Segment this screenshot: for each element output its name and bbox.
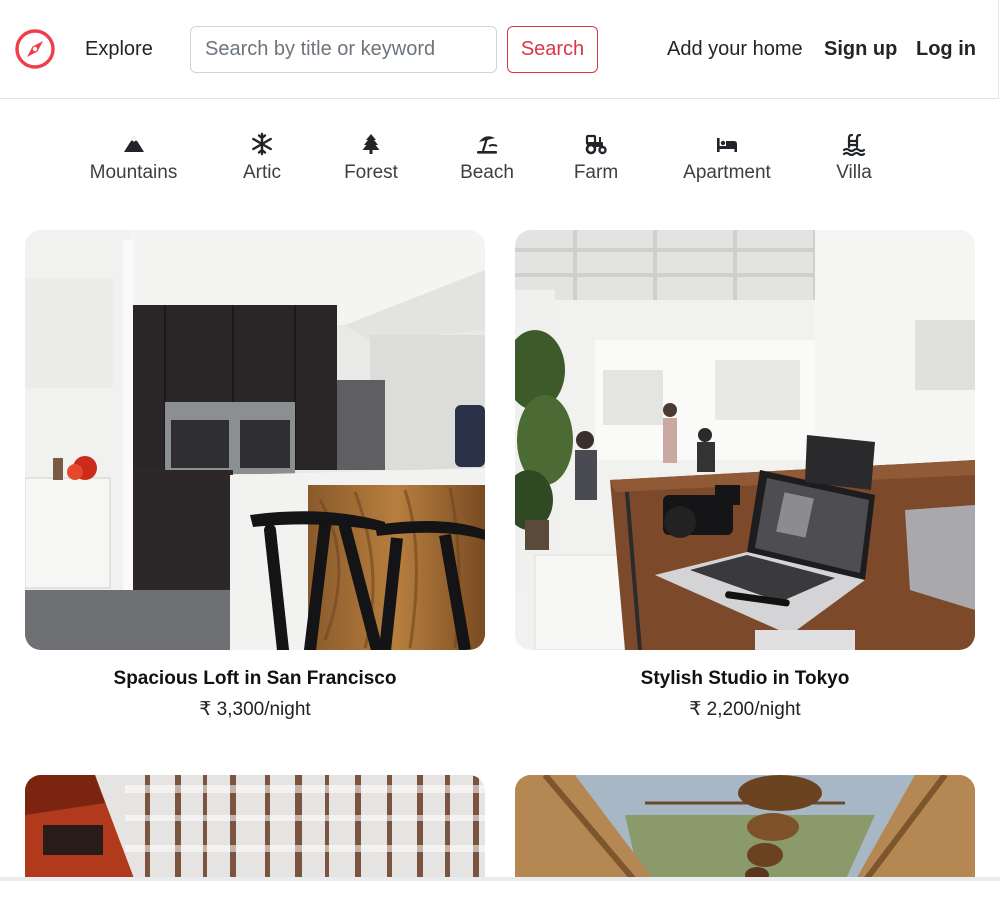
compass-logo-icon[interactable] [14, 28, 56, 70]
search-input[interactable] [190, 26, 497, 73]
filter-apartment[interactable]: Apartment [678, 132, 776, 184]
filter-label: Villa [836, 162, 872, 183]
filter-forest[interactable]: Forest [341, 132, 401, 184]
sign-up-link[interactable]: Sign up [824, 38, 897, 61]
nav-explore-link[interactable]: Explore [85, 38, 153, 61]
mountain-icon [123, 136, 144, 152]
filter-label: Apartment [683, 162, 771, 183]
tractor-icon [585, 134, 607, 155]
search-button[interactable]: Search [507, 26, 598, 73]
navbar: Explore Search Add your home Sign up Log… [0, 0, 999, 99]
add-your-home-link[interactable]: Add your home [667, 38, 803, 61]
filter-label: Farm [573, 162, 619, 183]
filter-artic[interactable]: Artic [232, 132, 292, 184]
listing-photo[interactable] [25, 230, 485, 650]
filter-mountains[interactable]: Mountains [87, 132, 180, 184]
listing-card[interactable]: Spacious Loft in San Francisco ₹ 3,300/n… [25, 230, 485, 721]
listing-price: ₹ 3,300/night [199, 699, 311, 720]
horizontal-scrollbar[interactable] [0, 877, 1000, 881]
listing-photo[interactable] [25, 775, 485, 881]
bed-icon [717, 138, 737, 152]
listing-price: ₹ 2,200/night [689, 699, 801, 720]
pool-icon [842, 133, 866, 156]
filter-label: Mountains [89, 162, 178, 183]
filter-farm[interactable]: Farm [570, 132, 622, 184]
listing-card[interactable]: Stylish Studio in Tokyo ₹ 2,200/night [515, 230, 975, 721]
snowflake-icon [252, 132, 272, 156]
log-in-link[interactable]: Log in [916, 38, 976, 61]
filter-label: Artic [243, 162, 281, 183]
filter-label: Forest [344, 162, 398, 183]
listing-photo[interactable] [515, 230, 975, 650]
listing-title[interactable]: Stylish Studio in Tokyo [515, 668, 975, 690]
filter-beach[interactable]: Beach [457, 132, 517, 184]
listing-photo[interactable] [515, 775, 975, 881]
umbrella-beach-icon [477, 136, 498, 154]
tree-icon [362, 134, 380, 154]
filter-label: Beach [460, 162, 514, 183]
filter-villa[interactable]: Villa [826, 132, 882, 184]
listing-title[interactable]: Spacious Loft in San Francisco [25, 668, 485, 690]
